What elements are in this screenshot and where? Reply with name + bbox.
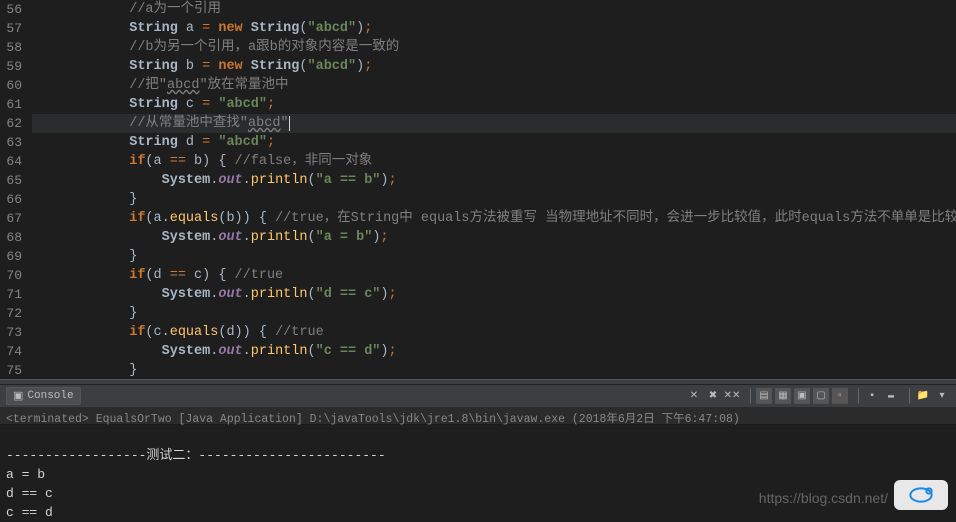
code-line[interactable]: //从常量池中查找"abcd"	[32, 114, 956, 133]
code-line[interactable]: System.out.println("a = b");	[32, 228, 956, 247]
scroll-lock-icon[interactable]: ▤	[756, 388, 772, 404]
line-number: 69	[4, 247, 22, 266]
console-header: ▣ Console ✕ ✖ ✕✕ ▤ ▦ ▣ ▢ ▫ ▪ ▬ 📁 ▾	[0, 385, 956, 408]
remove-launch-icon[interactable]: ✕✕	[724, 388, 740, 404]
line-number: 59	[4, 57, 22, 76]
separator-icon-2	[851, 388, 859, 404]
line-number-gutter: 5657585960616263646566676869707172737475	[0, 0, 28, 379]
code-line[interactable]: System.out.println("d == c");	[32, 285, 956, 304]
pin-icon[interactable]: ▦	[775, 388, 791, 404]
clear-icon[interactable]: ✕	[686, 388, 702, 404]
line-number: 64	[4, 152, 22, 171]
code-line[interactable]: }	[32, 247, 956, 266]
line-number: 57	[4, 19, 22, 38]
min-icon[interactable]: ▪	[864, 388, 880, 404]
max-icon[interactable]: ▬	[883, 388, 899, 404]
line-number: 65	[4, 171, 22, 190]
code-line[interactable]: if(c.equals(d)) { //true	[32, 323, 956, 342]
console-tab[interactable]: ▣ Console	[6, 387, 81, 405]
console-status: <terminated> EqualsOrTwo [Java Applicati…	[0, 408, 956, 425]
code-line[interactable]: String d = "abcd";	[32, 133, 956, 152]
line-number: 58	[4, 38, 22, 57]
console-line: ------------------测试二：------------------…	[6, 446, 950, 465]
code-line[interactable]: }	[32, 361, 956, 379]
display-icon[interactable]: ▣	[794, 388, 810, 404]
code-line[interactable]: String b = new String("abcd");	[32, 57, 956, 76]
line-number: 63	[4, 133, 22, 152]
line-number: 56	[4, 0, 22, 19]
folder-icon[interactable]: 📁	[915, 388, 931, 404]
code-line[interactable]: System.out.println("c == d");	[32, 342, 956, 361]
separator-icon-3	[902, 388, 910, 404]
code-line[interactable]: //a为一个引用	[32, 0, 956, 19]
code-editor[interactable]: 5657585960616263646566676869707172737475…	[0, 0, 956, 379]
line-number: 62	[4, 114, 22, 133]
line-number: 60	[4, 76, 22, 95]
separator-icon	[743, 388, 751, 404]
code-line[interactable]: }	[32, 304, 956, 323]
console-line: a = b	[6, 465, 950, 484]
code-line[interactable]: }	[32, 190, 956, 209]
line-number: 75	[4, 361, 22, 379]
open-icon[interactable]: ▢	[813, 388, 829, 404]
new-console-icon[interactable]: ▫	[832, 388, 848, 404]
console-toolbar: ✕ ✖ ✕✕ ▤ ▦ ▣ ▢ ▫ ▪ ▬ 📁 ▾	[686, 388, 950, 404]
remove-all-icon[interactable]: ✖	[705, 388, 721, 404]
line-number: 68	[4, 228, 22, 247]
console-icon: ▣	[13, 389, 23, 403]
code-line[interactable]: if(a == b) { //false，非同一对象	[32, 152, 956, 171]
code-line[interactable]: //b为另一个引用，a跟b的对象内容是一致的	[32, 38, 956, 57]
line-number: 74	[4, 342, 22, 361]
line-number: 70	[4, 266, 22, 285]
watermark-logo	[894, 480, 948, 510]
code-line[interactable]: String c = "abcd";	[32, 95, 956, 114]
code-line[interactable]: String a = new String("abcd");	[32, 19, 956, 38]
code-line[interactable]: System.out.println("a == b");	[32, 171, 956, 190]
line-number: 66	[4, 190, 22, 209]
watermark-url: https://blog.csdn.net/	[759, 490, 888, 506]
code-line[interactable]: if(a.equals(b)) { //true，在String中 equals…	[32, 209, 956, 228]
line-number: 72	[4, 304, 22, 323]
line-number: 71	[4, 285, 22, 304]
dropdown-icon[interactable]: ▾	[934, 388, 950, 404]
console-tab-label: Console	[27, 390, 73, 402]
code-line[interactable]: //把"abcd"放在常量池中	[32, 76, 956, 95]
code-line[interactable]: if(d == c) { //true	[32, 266, 956, 285]
code-area[interactable]: //a为一个引用 String a = new String("abcd"); …	[28, 0, 956, 379]
line-number: 73	[4, 323, 22, 342]
line-number: 67	[4, 209, 22, 228]
line-number: 61	[4, 95, 22, 114]
